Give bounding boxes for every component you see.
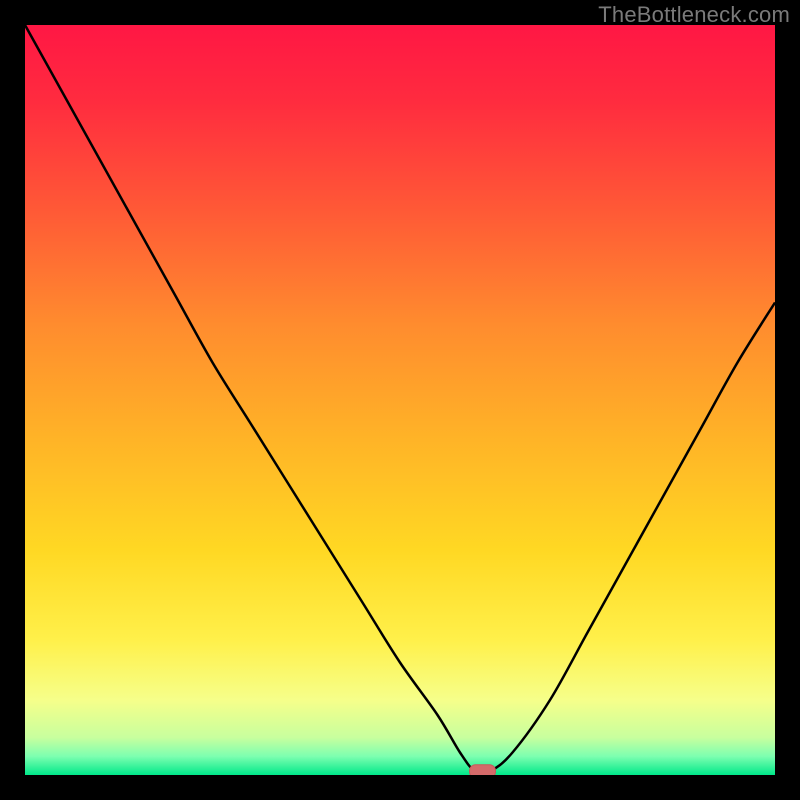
chart-frame: TheBottleneck.com <box>0 0 800 800</box>
plot-area <box>25 25 775 775</box>
watermark-text: TheBottleneck.com <box>598 2 790 28</box>
optimal-point-marker <box>470 765 496 775</box>
bottleneck-curve-chart <box>25 25 775 775</box>
